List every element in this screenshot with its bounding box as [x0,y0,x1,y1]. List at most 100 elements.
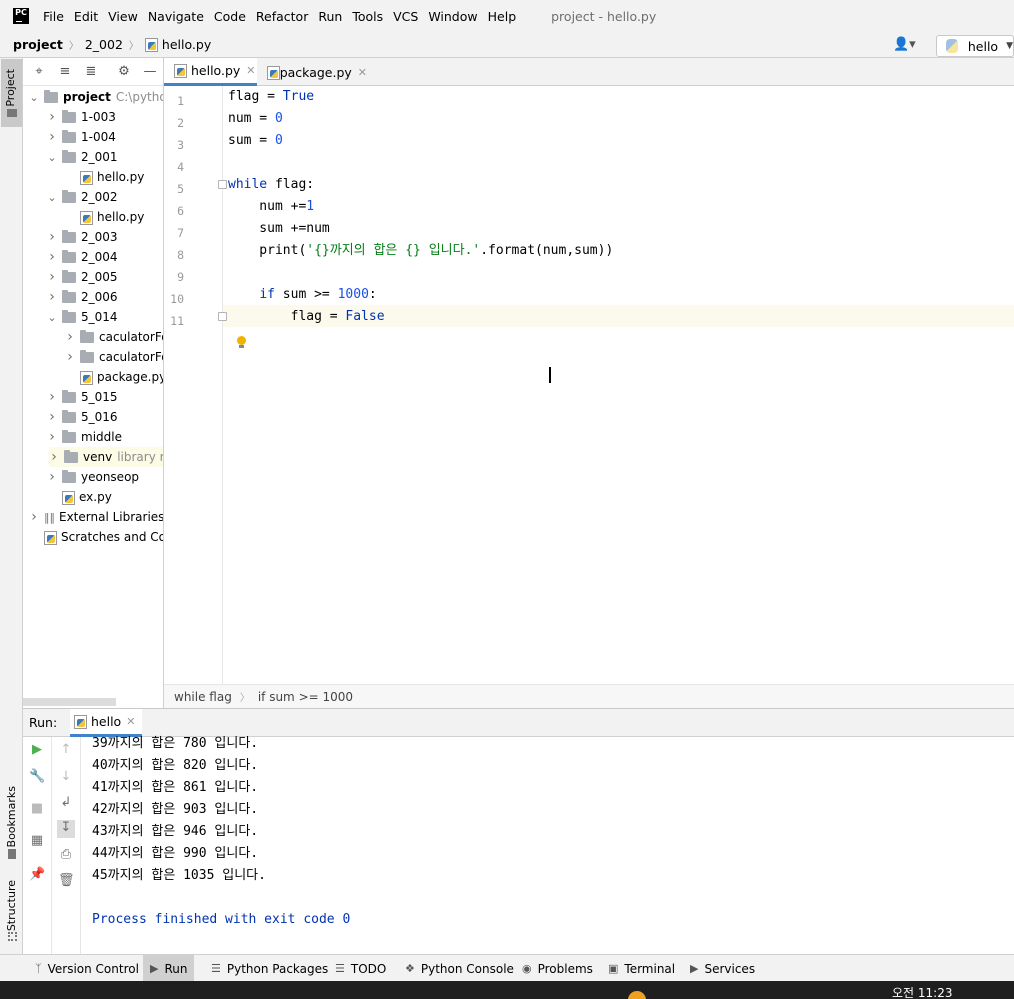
tree-item[interactable]: › 1-003 [47,107,116,127]
close-icon[interactable]: ✕ [358,66,367,79]
scope-crumb-if[interactable]: if sum >= 1000 [258,690,353,704]
chevron-right-icon[interactable]: › [49,449,59,465]
chevron-right-icon[interactable]: › [47,409,57,425]
gear-icon[interactable]: ⚙ [116,64,132,80]
arrow-down-icon[interactable]: ↓ [58,769,74,785]
tree-item[interactable]: ⌄ 2_001 [47,147,118,167]
menu-help[interactable]: Help [483,9,522,24]
tree-item[interactable]: › 2_005 [47,267,117,287]
tab-hello-py[interactable]: hello.py ✕ [164,58,257,86]
user-account-icon[interactable]: 👤▾ [893,37,919,53]
chevron-down-icon[interactable]: ⌄ [47,191,57,204]
chevron-right-icon[interactable]: › [47,389,57,405]
python-file-icon [144,38,158,52]
run-console-output[interactable]: 39까지의 합은 780 입니다. 40까지의 합은 820 입니다. 41까지의 … [92,736,992,955]
terminal-tab[interactable]: ▣ Terminal [608,955,675,982]
editor-gutter[interactable]: 1 2 3 4 5 6 7 8 9 10 11 [164,86,223,684]
print-icon[interactable]: ⎙ [58,847,74,863]
console-line: 42까지의 합은 903 입니다. [92,802,259,817]
tree-item[interactable]: ⌄ 5_014 [47,307,118,327]
run-configuration-selector[interactable]: hello ▼ [936,35,1014,57]
tab-package-py[interactable]: package.py ✕ [257,58,367,86]
chevron-right-icon[interactable]: › [47,429,57,445]
line-number: 2 [177,116,184,130]
tree-item[interactable]: › 5_016 [47,407,117,427]
close-icon[interactable]: ✕ [246,64,255,77]
tree-item[interactable]: › venv library ro [49,447,163,467]
tree-item[interactable]: › 2_006 [47,287,117,307]
chevron-right-icon[interactable]: › [47,109,57,125]
locate-target-icon[interactable]: ⌖ [31,64,47,80]
todo-tab[interactable]: ☰ TODO [335,955,386,982]
run-tool-tab[interactable]: ▶ Run [143,955,194,982]
breadcrumb-folder[interactable]: 2_002 [79,37,123,52]
tree-item[interactable]: ⌄ project C:\pytho [29,87,163,107]
trash-icon[interactable]: 🗑 [58,873,75,889]
tree-item[interactable]: › ‖‖ External Libraries [29,507,163,527]
tree-item[interactable]: › yeonseop [47,467,139,487]
pin-icon[interactable]: 📌 [29,867,45,883]
scope-crumb-while[interactable]: while flag [174,690,232,704]
folder-icon [62,149,76,163]
wrench-icon[interactable]: 🔧 [29,769,45,785]
menu-run[interactable]: Run [313,9,347,24]
services-tab[interactable]: ▶ Services [690,955,755,982]
chevron-right-icon[interactable]: › [65,349,75,365]
chevron-right-icon[interactable]: › [47,129,57,145]
tree-item[interactable]: › caculatorFo [65,347,163,367]
python-console-tab[interactable]: ❖ Python Console [405,955,514,982]
collapse-all-icon[interactable]: ≣ [83,64,99,80]
menu-edit[interactable]: Edit [69,9,103,24]
breadcrumb-project[interactable]: project [0,37,63,52]
tree-item[interactable]: › caculatorFo [65,327,163,347]
menu-tools[interactable]: Tools [347,9,388,24]
chevron-right-icon[interactable]: › [29,509,39,525]
close-icon[interactable]: ✕ [126,715,135,728]
menu-code[interactable]: Code [209,9,251,24]
rerun-play-icon[interactable]: ▶ [29,742,45,758]
chevron-right-icon[interactable]: › [47,269,57,285]
hide-minus-icon[interactable]: — [142,64,158,80]
menu-view[interactable]: View [103,9,143,24]
chevron-right-icon[interactable]: › [47,229,57,245]
tree-item[interactable]: Scratches and Cor [29,527,163,547]
tree-item[interactable]: hello.py [65,207,144,227]
tree-item[interactable]: › 2_004 [47,247,117,267]
menu-vcs[interactable]: VCS [388,9,423,24]
python-packages-tab[interactable]: ☰ Python Packages [211,955,328,982]
structure-tool-tab[interactable]: Structure [5,880,18,931]
breadcrumb-file[interactable]: hello.py [139,37,211,52]
stop-icon[interactable]: ■ [29,801,45,817]
expand-all-icon[interactable]: ≡ [57,64,73,80]
code-line: if sum >= 1000: [228,284,376,306]
horizontal-scrollbar[interactable] [23,698,116,706]
tree-item[interactable]: › 2_003 [47,227,117,247]
chevron-down-icon[interactable]: ⌄ [29,91,39,104]
problems-tab[interactable]: ◉ Problems [522,955,593,982]
chevron-right-icon[interactable]: › [65,329,75,345]
layout-icon[interactable]: ▦ [29,833,45,849]
chevron-right-icon[interactable]: › [47,469,57,485]
arrow-up-icon[interactable]: ↑ [58,742,74,758]
tree-item[interactable]: ex.py [47,487,112,507]
tree-item[interactable]: › 5_015 [47,387,117,407]
chevron-right-icon[interactable]: › [47,289,57,305]
code-editor[interactable]: flag = True num = 0 sum = 0 while flag: num… [224,86,1014,684]
version-control-tab[interactable]: ᛉ Version Control [35,955,139,982]
menu-window[interactable]: Window [423,9,482,24]
chevron-right-icon[interactable]: › [47,249,57,265]
bookmarks-tool-tab[interactable]: Bookmarks [5,786,18,847]
chevron-down-icon[interactable]: ⌄ [47,151,57,164]
soft-wrap-icon[interactable]: ↲ [58,795,74,811]
chevron-down-icon[interactable]: ⌄ [47,311,57,324]
tree-item[interactable]: › 1-004 [47,127,116,147]
tree-item[interactable]: ⌄ 2_002 [47,187,118,207]
project-tool-tab[interactable]: Project [1,59,22,127]
menu-refactor[interactable]: Refactor [251,9,313,24]
tree-item[interactable]: hello.py [65,167,144,187]
menu-file[interactable]: File [38,9,69,24]
tree-item[interactable]: package.py [65,367,163,387]
scroll-to-end-icon[interactable]: ↧ [57,820,75,838]
tree-item[interactable]: › middle [47,427,122,447]
menu-navigate[interactable]: Navigate [143,9,209,24]
